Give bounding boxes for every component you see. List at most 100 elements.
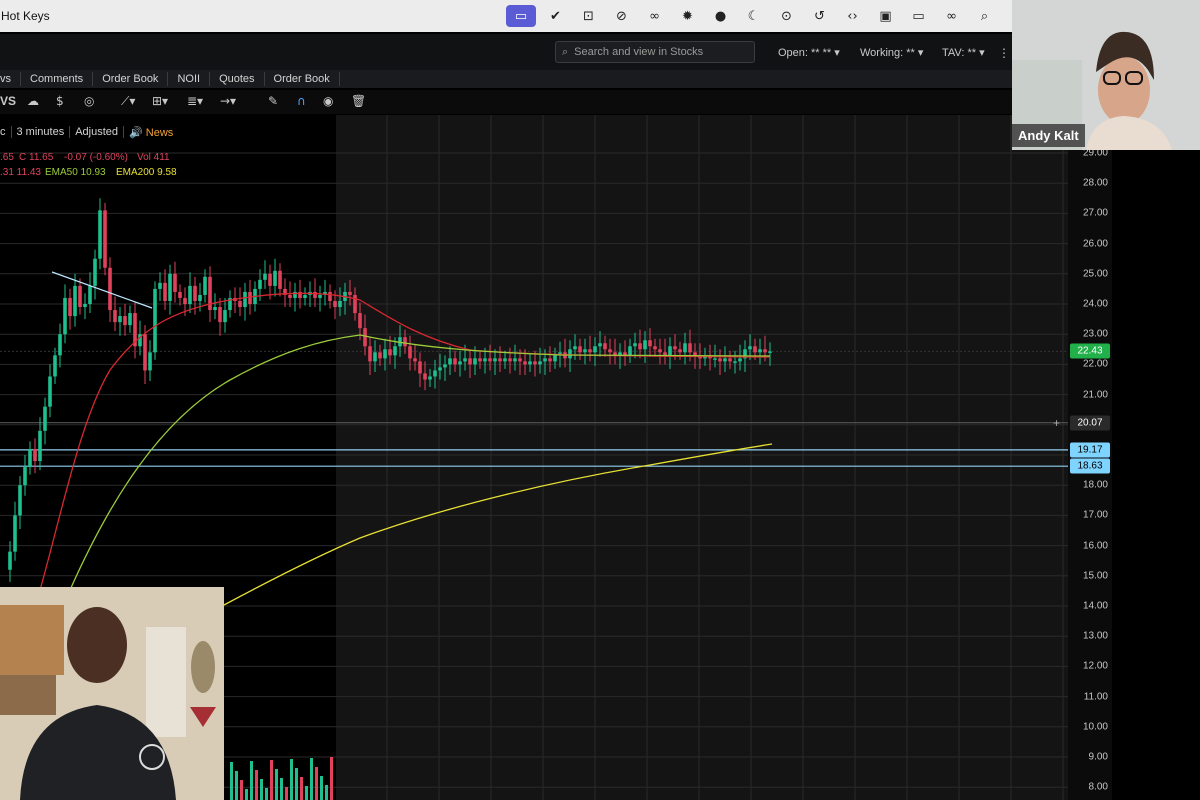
tab-order-book-2[interactable]: Order Book	[265, 72, 340, 86]
volume-bar	[260, 779, 263, 800]
candle-body	[363, 328, 367, 347]
tav-menu[interactable]: TAV: ** ▾	[942, 46, 985, 59]
axis-tick: 28.00	[1082, 177, 1108, 189]
price-axis[interactable]: 29.00 28.00 27.00 26.00 25.00 24.00 23.00 22.00…	[1068, 115, 1112, 800]
more-icon[interactable]: ⋮	[998, 46, 1010, 60]
brush-icon[interactable]: ✎	[268, 94, 278, 108]
price-tag: 18.63	[1070, 458, 1110, 474]
candle-body	[203, 276, 207, 295]
record-icon[interactable]: ⊡	[572, 5, 605, 27]
candle-body	[28, 448, 32, 468]
link-icon[interactable]: ∞	[935, 5, 968, 27]
screen-share-icon[interactable]: ▭	[506, 5, 536, 27]
open-orders-menu[interactable]: Open: ** ** ▾	[778, 46, 840, 59]
axis-tick: 27.00	[1082, 207, 1108, 219]
candle-body	[493, 358, 497, 362]
shapes-tool-icon[interactable]: ⊞▾	[152, 94, 168, 108]
candle-body	[568, 349, 572, 359]
cloud-icon[interactable]: ☁	[27, 94, 39, 108]
candle-body	[588, 349, 592, 353]
creative-cloud-icon[interactable]: ∞	[638, 5, 671, 27]
price-tag: 19.17	[1070, 442, 1110, 458]
candle-body	[93, 258, 97, 286]
tab-noii[interactable]: NOII	[168, 72, 211, 86]
battery-icon[interactable]: ▭	[902, 5, 935, 27]
magnet-icon[interactable]: ∩	[297, 94, 306, 108]
candle-body	[653, 346, 657, 350]
line-tool-icon[interactable]: ⟋▾	[121, 94, 135, 109]
candle-body	[748, 346, 752, 350]
chart-toolbar: VS ☁ $ ◎ ⟋▾ ⊞▾ ≣▾ →▾ ✎ ∩ ◉ 🗑	[0, 90, 1012, 114]
eye-icon[interactable]: ◉	[323, 94, 333, 108]
volume-bar	[325, 785, 328, 800]
volume-bar	[270, 760, 273, 800]
interval-label[interactable]: c	[0, 126, 12, 138]
candle-body	[733, 361, 737, 363]
candle-body	[263, 273, 267, 280]
search-input[interactable]: ⌕ Search and view in Stocks	[555, 41, 755, 63]
window-icon[interactable]: ▣	[869, 5, 902, 27]
candle-body	[318, 294, 322, 298]
candle-body	[578, 346, 582, 353]
trash-icon[interactable]: 🗑	[351, 94, 366, 108]
candle-body	[373, 352, 377, 362]
volume-bar	[285, 787, 288, 800]
arrow-tool-icon[interactable]: →▾	[220, 94, 236, 108]
platform-header: ⌕ Search and view in Stocks Open: ** ** …	[0, 34, 1012, 70]
working-orders-menu[interactable]: Working: ** ▾	[860, 46, 923, 59]
candle-body	[538, 361, 542, 365]
axis-tick: 9.00	[1088, 751, 1108, 763]
candle-body	[168, 273, 172, 301]
candle-body	[288, 294, 292, 298]
axis-tick: 16.00	[1082, 540, 1108, 552]
adjustment-selector[interactable]: Adjusted	[70, 126, 125, 138]
target-icon[interactable]: ◎	[84, 94, 94, 108]
candle-body	[683, 343, 687, 353]
tab-comments[interactable]: Comments	[21, 72, 94, 86]
settings-icon[interactable]: ✹	[671, 5, 704, 27]
axis-tick: 15.00	[1082, 570, 1108, 582]
candle-body	[353, 294, 357, 314]
candle-body	[763, 349, 767, 353]
add-alert-icon[interactable]: +	[1053, 416, 1060, 430]
candle-body	[678, 349, 682, 353]
search-icon[interactable]: ⌕	[968, 5, 1001, 27]
volume-bar	[295, 768, 298, 800]
candle-body	[433, 370, 437, 377]
moon-icon[interactable]: ☾	[737, 5, 770, 27]
candle-body	[158, 282, 162, 289]
axis-tick: 21.00	[1082, 389, 1108, 401]
tab-order-book[interactable]: Order Book	[93, 72, 169, 86]
volume-bar	[315, 767, 318, 800]
candle-body	[468, 358, 472, 365]
candle-body	[83, 304, 87, 308]
candle-body	[328, 291, 332, 301]
volume-bar	[280, 778, 283, 800]
search-icon: ⌕	[562, 45, 569, 58]
candle-body	[128, 313, 132, 326]
candle-body	[593, 346, 597, 353]
play-circle-icon[interactable]: ⊙	[770, 5, 803, 27]
chart-info-bar: c 3 minutes Adjusted 🔊 News	[0, 124, 178, 140]
code-icon[interactable]: ‹›	[836, 5, 869, 27]
candle-body	[188, 285, 192, 304]
news-toggle[interactable]: 🔊 News	[124, 126, 178, 139]
candle-body	[553, 355, 557, 362]
chat-icon[interactable]: ●	[704, 5, 737, 27]
tab-quotes[interactable]: Quotes	[210, 72, 265, 86]
text-tool-icon[interactable]: ≣▾	[187, 94, 203, 108]
dollar-icon[interactable]: $	[56, 94, 64, 108]
history-icon[interactable]: ↺	[803, 5, 836, 27]
candle-body	[8, 551, 12, 570]
candle-body	[213, 307, 217, 311]
ticker-label: VS	[0, 94, 17, 108]
volume-value: Vol 411	[137, 152, 170, 163]
timeframe-selector[interactable]: 3 minutes	[12, 126, 71, 138]
check-badge-icon[interactable]: ✔	[539, 5, 572, 27]
session-region	[336, 115, 1068, 800]
search-placeholder: Search and view in Stocks	[574, 46, 704, 58]
slash-icon[interactable]: ⊘	[605, 5, 638, 27]
tab-0[interactable]: vs	[0, 72, 21, 86]
candle-body	[268, 273, 272, 286]
candle-body	[518, 358, 522, 362]
